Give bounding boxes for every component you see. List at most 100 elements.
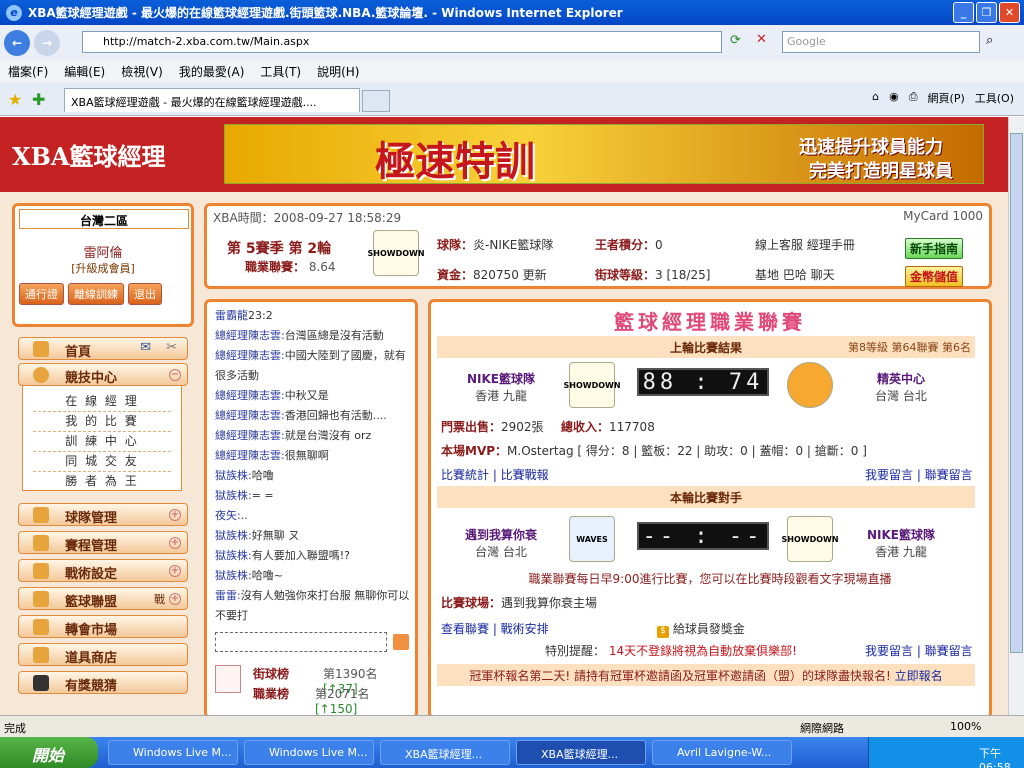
base-links[interactable]: 基地 巴哈 聊天 [755,266,835,283]
forward-button[interactable]: → [34,29,60,56]
zoom-level[interactable]: 100% [950,720,981,733]
favorites-star-icon[interactable]: ★ [8,90,22,109]
side-menu: 首頁 ✉ ✂ 競技中心 − 在 線 經 理 我 的 比 賽 訓 練 中 心 同 城 交… [12,337,194,715]
away-team[interactable]: 精英中心 台灣 台北 [851,370,951,404]
sub-winner-king[interactable]: 勝 者 為 王 [33,472,171,492]
message-links-2[interactable]: 我要留言 | 聯賽留言 [865,642,973,659]
nav-team-management[interactable]: 球隊管理 + [18,503,188,526]
scroll-thumb[interactable] [1010,133,1023,653]
mail-icon[interactable]: ✉ [140,340,151,355]
close-button[interactable]: ✕ [999,2,1020,23]
taskbar-item[interactable]: Windows Live M... [108,740,238,765]
chat-send-button[interactable] [393,634,409,650]
service-links[interactable]: 線上客服 經理手冊 [755,236,855,253]
start-button[interactable]: 開始 [0,737,98,768]
tools-icon[interactable]: ✂ [166,340,177,355]
url-field[interactable]: http://match-2.xba.com.tw/Main.aspx [82,31,722,53]
expand-icon[interactable]: + [169,593,181,605]
user-rank[interactable]: [升級成會員] [15,260,191,276]
nav-competition[interactable]: 競技中心 − [18,363,188,386]
site-logo[interactable]: XBA籃球經理 [12,137,166,172]
add-favorite-icon[interactable]: ✚ [32,90,45,109]
match-stats-links[interactable]: 比賽統計 | 比賽戰報 [441,466,549,483]
print-icon[interactable]: ⎙ [909,90,918,106]
tools-menu[interactable]: 工具(O) [975,90,1014,106]
menu-favorites[interactable]: 我的最愛(A) [179,63,245,80]
home-icon [33,341,49,357]
nav-league[interactable]: 籃球聯盟 戰 + [18,587,188,610]
team-name[interactable]: 炎-NIKE籃球隊 [473,238,553,252]
menu-tools[interactable]: 工具(T) [260,63,301,80]
expand-icon[interactable]: + [169,565,181,577]
sub-online-manager[interactable]: 在 線 經 理 [33,392,171,412]
nav-schedule[interactable]: 賽程管理 + [18,531,188,554]
nav-tactics[interactable]: 戰術設定 + [18,559,188,582]
passport-button[interactable]: 通行證 [19,283,64,305]
offline-training-button[interactable]: 離線訓練 [68,283,124,305]
restore-button[interactable]: ❐ [976,2,997,23]
gold-recharge-button[interactable]: 金幣儲值 [904,266,963,287]
chat-author[interactable]: 總經理陳志雲: [215,329,285,342]
chat-author[interactable]: 總經理陳志雲: [215,429,285,442]
chat-author[interactable]: 總經理陳志雲: [215,409,285,422]
chat-author[interactable]: 獄族株: [215,529,252,542]
taskbar-item-active[interactable]: XBA籃球經理... [516,740,646,765]
chat-text: 哈嚕~ [251,569,283,582]
league-links[interactable]: 查看聯賽 | 戰術安排 [441,620,549,637]
nav-home[interactable]: 首頁 ✉ ✂ [18,337,188,360]
home-icon[interactable]: ⌂ [872,90,879,106]
update-link[interactable]: 更新 [523,268,547,282]
bonus-link[interactable]: $ 給球員發獎金 [657,620,745,638]
logout-button[interactable]: 退出 [128,283,162,305]
chat-author[interactable]: 獄族株: [215,569,252,582]
tab-xba[interactable]: XBA籃球經理遊戲 - 最火爆的在線籃球經理遊戲.... [64,88,360,112]
new-tab-button[interactable] [362,90,390,112]
chat-author[interactable]: 總經理陳志雲: [215,389,285,402]
home-team[interactable]: NIKE籃球隊 香港 九龍 [451,370,551,404]
search-icon[interactable]: ⌕ [986,33,993,48]
sub-training-center[interactable]: 訓 練 中 心 [33,432,171,452]
promo-banner[interactable]: 極速特訓 迅速提升球員能力 完美打造明星球員 [224,124,984,184]
menu-help[interactable]: 說明(H) [317,63,359,80]
menu-file[interactable]: 檔案(F) [8,63,48,80]
stop-icon[interactable]: ✕ [756,32,767,47]
chat-author[interactable]: 獄族株: [215,549,252,562]
collapse-icon[interactable]: − [169,369,181,381]
expand-icon[interactable]: + [169,537,181,549]
level-label: 街球等級： [595,268,656,282]
chat-author[interactable]: 獄族株: [215,489,252,502]
chat-author[interactable]: 雷雷: [215,589,241,602]
search-input[interactable]: Google [782,31,980,53]
back-button[interactable]: ← [4,29,30,56]
rss-icon[interactable]: ◉ [889,90,899,106]
nav-transfer-market[interactable]: 轉會市場 [18,615,188,638]
taskbar-item[interactable]: XBA籃球經理... [380,740,510,765]
message-links[interactable]: 我要留言 | 聯賽留言 [865,466,973,483]
taskbar-item[interactable]: Windows Live M... [244,740,374,765]
chat-author[interactable]: 總經理陳志雲: [215,349,285,362]
menu-edit[interactable]: 編輯(E) [64,63,105,80]
expand-icon[interactable]: + [169,509,181,521]
register-now-link[interactable]: 立即報名 [895,669,943,683]
next-home-team[interactable]: 遇到我算你衰 台灣 台北 [451,526,551,560]
taskbar-item[interactable]: Avril Lavigne-W... [652,740,792,765]
nav-quiz[interactable]: 有獎競猜 [18,671,188,694]
vertical-scrollbar[interactable] [1008,117,1024,715]
team-logo: SHOWDOWN [367,230,425,276]
reminder-label: 特別提醒： [545,644,606,658]
sub-local-friends[interactable]: 同 城 交 友 [33,452,171,472]
chat-author[interactable]: 夜矢: [215,509,241,522]
chat-input[interactable] [215,632,387,652]
chat-author[interactable]: 總經理陳志雲: [215,449,285,462]
menu-view[interactable]: 檢視(V) [121,63,163,80]
sub-my-matches[interactable]: 我 的 比 賽 [33,412,171,432]
chat-author[interactable]: 雷霸龍 [215,309,248,322]
newbie-guide-button[interactable]: 新手指南 [904,238,963,259]
next-away-team[interactable]: NIKE籃球隊 香港 九龍 [851,526,951,560]
refresh-icon[interactable]: ⟳ [730,33,741,48]
mycard-link[interactable]: MyCard 1000 [903,209,983,223]
nav-item-shop[interactable]: 道具商店 [18,643,188,666]
chat-author[interactable]: 獄族株: [215,469,252,482]
page-menu[interactable]: 網頁(P) [928,90,965,106]
minimize-button[interactable]: _ [953,2,974,23]
